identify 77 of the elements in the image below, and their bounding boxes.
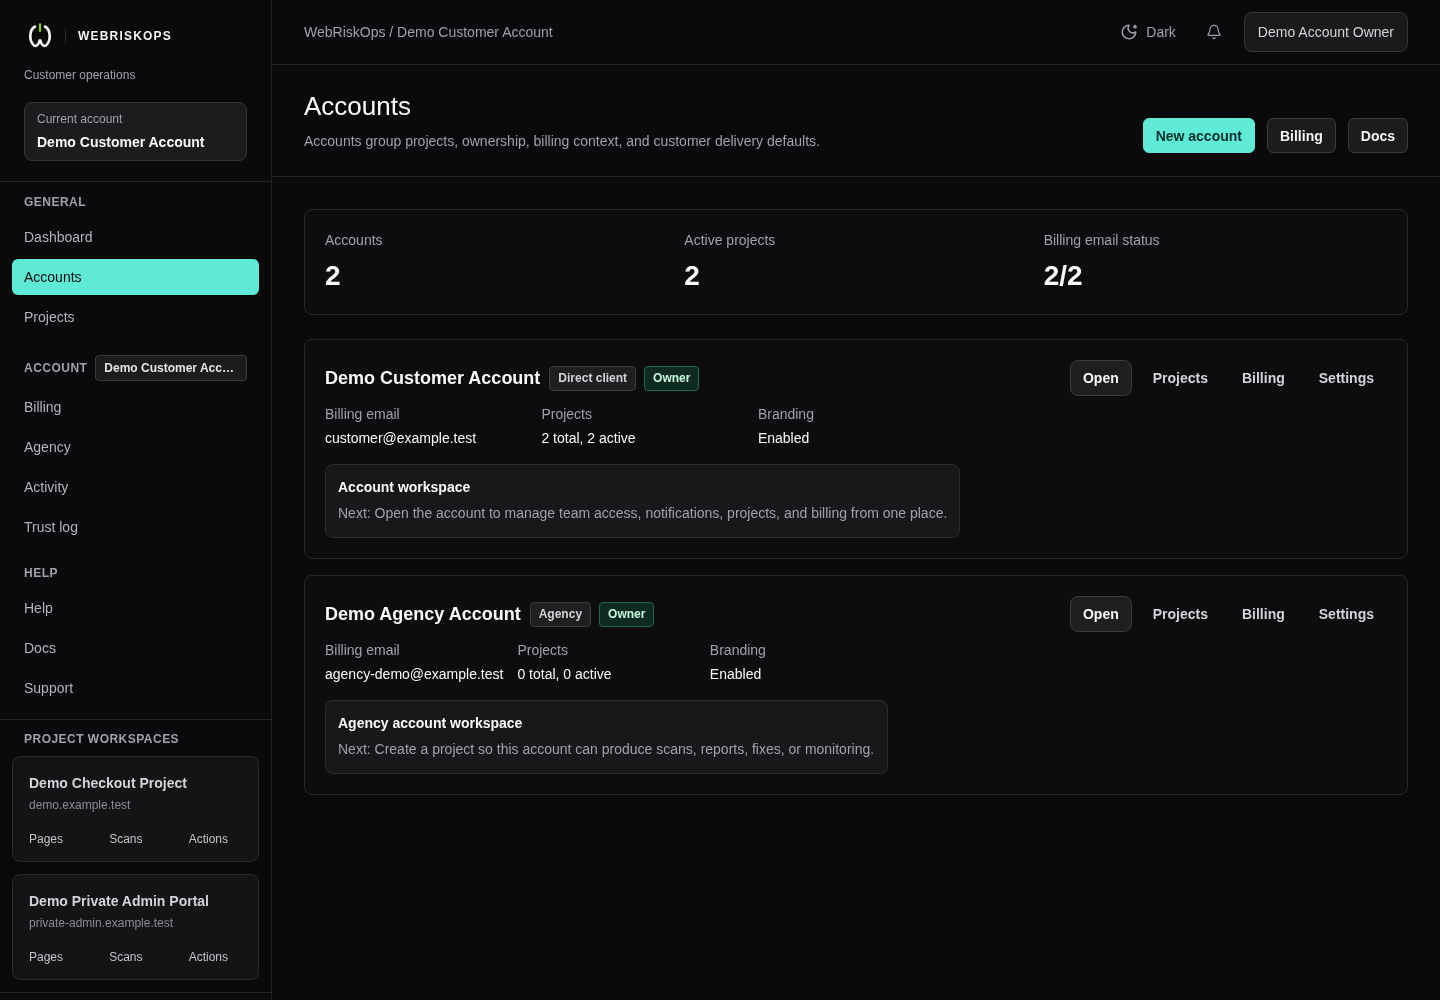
project-link[interactable]: Scans <box>109 831 143 847</box>
field-value: Enabled <box>709 665 763 684</box>
note-title: Agency account workspace <box>338 714 524 733</box>
project-link[interactable]: Actions <box>188 831 228 847</box>
stat-label: Billing email status <box>1043 231 1161 250</box>
field-label: Billing email <box>325 641 401 660</box>
page-title: Accounts <box>304 90 412 122</box>
type-badge: Agency <box>529 601 592 627</box>
secondary-button[interactable]: Billing <box>1267 118 1336 153</box>
field-label: Projects <box>541 405 593 424</box>
project-domain: demo.example.test <box>29 797 132 813</box>
nav-item[interactable]: Activity <box>12 469 259 505</box>
logo-icon <box>27 23 53 49</box>
account-name: Demo Customer Account <box>325 367 541 390</box>
project-link[interactable]: Scans <box>109 949 143 965</box>
nav-item[interactable]: Support <box>12 670 259 706</box>
account-name: Demo Agency Account <box>325 603 521 626</box>
note-text: Next: Create a project so this account can produce scans, reports, fixes, or monitoring. <box>338 740 876 759</box>
stat-label: Accounts <box>325 231 384 250</box>
note-text: Next: Open the account to manage team access, notifications, projects, and billing from one place. <box>338 504 948 523</box>
section-heading: ACCOUNT <box>24 360 88 376</box>
project-link[interactable]: Pages <box>29 831 64 847</box>
account-action-button[interactable]: Open <box>1069 360 1132 396</box>
section-heading: PROJECT WORKSPACES <box>23 731 181 747</box>
stat-value: 2/2 <box>1043 259 1084 293</box>
account-action-button[interactable]: Projects <box>1139 596 1221 632</box>
secondary-button[interactable]: Docs <box>1347 118 1408 153</box>
project-link[interactable]: Actions <box>188 949 228 965</box>
project-link[interactable]: Pages <box>29 949 64 965</box>
bell-icon[interactable] <box>1205 24 1222 40</box>
note-title: Account workspace <box>338 478 472 497</box>
breadcrumb: WebRiskOps / Demo Customer Account <box>304 24 553 40</box>
field-label: Branding <box>709 641 767 660</box>
field-value: 0 total, 0 active <box>517 665 613 684</box>
account-action-button[interactable]: Settings <box>1305 360 1387 396</box>
user-menu-button[interactable]: Demo Account Owner <box>1243 12 1408 52</box>
current-account-name: Demo Customer Account <box>37 133 206 152</box>
role-badge: Owner <box>599 601 655 627</box>
nav-item[interactable]: Dashboard <box>12 219 259 255</box>
account-action-button[interactable]: Billing <box>1229 360 1298 396</box>
theme-label: Dark <box>1146 24 1176 40</box>
stat-value: 2 <box>325 259 342 293</box>
page-subtitle: Accounts group projects, ownership, billing context, and customer delivery defaults. <box>304 132 820 151</box>
field-value: 2 total, 2 active <box>541 429 637 448</box>
nav-item[interactable]: Help <box>12 590 259 626</box>
stat-value: 2 <box>684 259 701 293</box>
brand-tagline: Customer operations <box>24 67 137 83</box>
account-action-button[interactable]: Billing <box>1229 596 1298 632</box>
nav-item[interactable]: Accounts <box>12 259 259 295</box>
nav-item[interactable]: Billing <box>12 389 259 425</box>
project-name: Demo Checkout Project <box>29 774 188 793</box>
account-action-button[interactable]: Open <box>1069 596 1132 632</box>
field-label: Billing email <box>325 405 401 424</box>
nav-item[interactable]: Trust log <box>12 509 259 545</box>
field-value: agency-demo@example.test <box>325 665 504 684</box>
account-switcher[interactable]: Demo Customer Acc… <box>95 355 247 381</box>
account-action-button[interactable]: Projects <box>1139 360 1221 396</box>
moon-icon <box>1120 23 1139 41</box>
account-action-button[interactable]: Settings <box>1305 596 1387 632</box>
field-label: Projects <box>517 641 569 660</box>
brand-name: WEBRISKOPS <box>78 29 172 43</box>
stat-label: Active projects <box>684 231 777 250</box>
primary-button[interactable]: New account <box>1142 118 1255 153</box>
theme-toggle[interactable]: Dark <box>1120 23 1176 41</box>
project-name: Demo Private Admin Portal <box>29 892 210 911</box>
role-badge: Owner <box>644 365 700 391</box>
type-badge: Direct client <box>549 365 637 391</box>
field-label: Branding <box>757 405 815 424</box>
current-account-label: Current account <box>37 111 124 127</box>
nav-item[interactable]: Projects <box>12 299 259 335</box>
project-domain: private-admin.example.test <box>29 915 175 931</box>
section-heading: GENERAL <box>23 194 88 210</box>
field-value: customer@example.test <box>325 429 478 448</box>
nav-item[interactable]: Agency <box>12 429 259 465</box>
section-heading: HELP <box>23 565 59 581</box>
field-value: Enabled <box>757 429 811 448</box>
nav-item[interactable]: Docs <box>12 630 259 666</box>
